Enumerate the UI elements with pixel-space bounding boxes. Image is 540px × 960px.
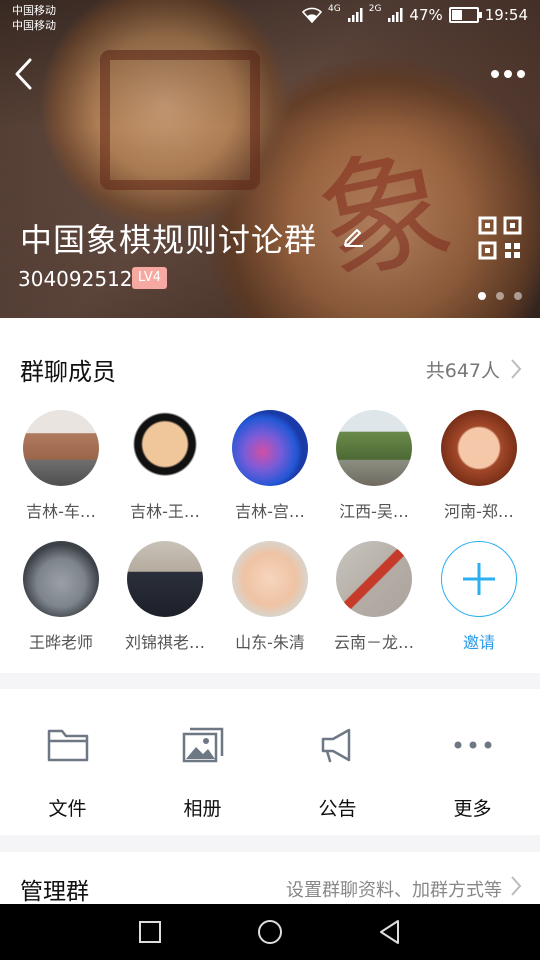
page-indicator — [478, 292, 522, 300]
members-title: 群聊成员 — [20, 358, 116, 386]
member-avatar — [127, 410, 203, 486]
member-item[interactable]: 吉林-车… — [11, 410, 111, 522]
recent-apps-icon[interactable] — [136, 918, 164, 946]
member-avatar — [232, 541, 308, 617]
group-members-card: 群聊成员 共647人 吉林-车… 吉林-王… 吉林-宫… 江西-吴… 河南-郑…… — [0, 318, 540, 673]
edit-name-button[interactable] — [342, 224, 366, 248]
battery-percent: 47% — [409, 6, 443, 24]
more-dot-icon — [491, 70, 499, 78]
qr-code-icon — [478, 216, 522, 260]
member-item[interactable]: 刘锦祺老… — [115, 541, 215, 653]
invite-member-button[interactable]: 邀请 — [429, 541, 529, 653]
chevron-right-icon — [511, 359, 522, 379]
invite-label: 邀请 — [462, 633, 495, 652]
signal-icon — [388, 8, 403, 22]
manage-group-description: 设置群聊资料、加群方式等 — [286, 880, 502, 901]
page-dot — [478, 292, 486, 300]
member-item[interactable]: 河南-郑… — [429, 410, 529, 522]
back-button[interactable] — [8, 56, 42, 92]
member-avatar — [23, 541, 99, 617]
megaphone-icon — [321, 728, 351, 763]
more-icon — [454, 741, 492, 749]
home-icon[interactable] — [256, 918, 284, 946]
group-name: 中国象棋规则讨论群 — [20, 221, 318, 259]
group-features-row: 文件 相册 公告 更多 — [0, 689, 540, 835]
system-navigation-bar — [0, 904, 540, 960]
more-options-button[interactable] — [488, 60, 528, 88]
chevron-right-icon — [511, 876, 522, 896]
carrier-labels: 中国移动 中国移动 — [12, 4, 56, 32]
status-bar: 中国移动 中国移动 4G 2G 47% 19:54 — [0, 0, 540, 36]
level-badge: LV4 — [132, 267, 167, 289]
member-avatar — [336, 541, 412, 617]
wifi-icon — [302, 7, 323, 23]
member-avatar — [232, 410, 308, 486]
files-button[interactable]: 文件 — [0, 689, 135, 835]
album-button[interactable]: 相册 — [135, 689, 270, 835]
member-item[interactable]: 云南－龙… — [324, 541, 424, 653]
member-item[interactable]: 江西-吴… — [324, 410, 424, 522]
member-avatar — [336, 410, 412, 486]
member-item[interactable]: 山东-朱清 — [220, 541, 320, 653]
chevron-left-icon — [15, 58, 32, 90]
invite-avatar — [441, 541, 517, 617]
page-dot — [514, 292, 522, 300]
member-item[interactable]: 吉林-宫… — [220, 410, 320, 522]
pencil-icon — [344, 229, 363, 247]
folder-icon — [47, 729, 89, 762]
member-avatar — [127, 541, 203, 617]
page-dot — [496, 292, 504, 300]
member-item[interactable]: 吉林-王… — [115, 410, 215, 522]
member-avatar — [23, 410, 99, 486]
more-features-button[interactable]: 更多 — [405, 689, 540, 835]
members-count-link[interactable]: 共647人 — [426, 356, 500, 383]
clock: 19:54 — [484, 6, 528, 24]
qr-code-button[interactable] — [478, 216, 522, 260]
manage-group-row[interactable]: 管理群 设置群聊资料、加群方式等 — [0, 852, 540, 912]
back-nav-icon[interactable] — [376, 918, 404, 946]
group-header-banner: 象 中国移动 中国移动 4G 2G 47% 19:54 — [0, 0, 540, 318]
battery-icon — [448, 7, 482, 23]
album-icon — [182, 727, 224, 763]
more-dot-icon — [504, 70, 512, 78]
network-type-2: 2G — [368, 4, 382, 14]
member-item[interactable]: 王晔老师 — [11, 541, 111, 653]
announcement-button[interactable]: 公告 — [270, 689, 405, 835]
more-dot-icon — [517, 70, 525, 78]
network-type-1: 4G — [328, 4, 341, 14]
member-avatar — [441, 410, 517, 486]
manage-group-title: 管理群 — [20, 879, 89, 905]
signal-icon — [347, 8, 363, 22]
group-id: 304092512 — [18, 267, 133, 291]
plus-icon — [462, 562, 495, 595]
